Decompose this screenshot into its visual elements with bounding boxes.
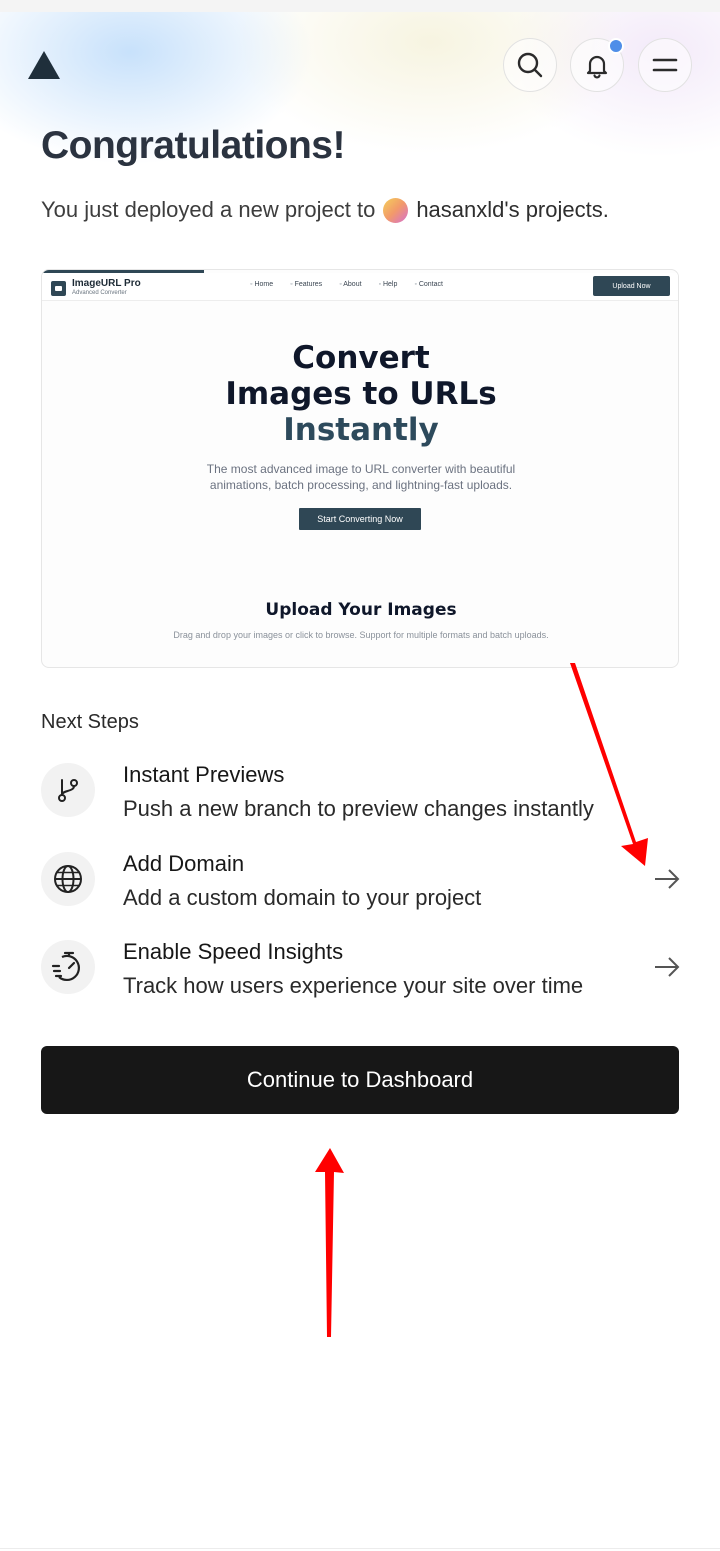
step-add-domain[interactable]: Add Domain Add a custom domain to your p… [41,851,681,911]
subtitle-text: You just deployed a new project to [41,197,376,222]
step-speed-insights[interactable]: Enable Speed Insights Track how users ex… [41,939,681,999]
preview-logo-icon [51,281,66,296]
bell-icon [586,55,608,79]
hamburger-menu-icon [652,58,678,72]
preview-headline-line3: Instantly [283,412,439,448]
preview-nav-about: About [339,281,361,288]
preview-nav-features: Features [290,281,323,288]
step-title: Instant Previews [123,762,285,787]
step-instant-previews[interactable]: Instant Previews Push a new branch to pr… [41,762,681,822]
preview-section-title: Upload Your Images [265,600,457,620]
preview-headline: Convert Images to URLs Instantly [42,340,678,448]
arrow-right-icon[interactable] [653,953,681,981]
arrow-right-icon[interactable] [653,865,681,893]
triangle-logo-icon[interactable] [27,50,61,80]
top-header [0,12,720,118]
step-icon-wrap [41,852,95,906]
preview-upload-button: Upload Now [593,276,670,296]
preview-cta-button: Start Converting Now [299,508,421,530]
step-title: Add Domain [123,851,245,876]
git-branch-icon [58,779,78,802]
step-icon-wrap [41,940,95,994]
step-desc: Push a new branch to preview changes ins… [123,796,594,821]
page-title: Congratulations! [41,124,345,167]
preview-headline-line1: Convert [292,340,430,376]
preview-nav-help: Help [379,281,397,288]
team-avatar [383,197,409,223]
status-strip [0,0,720,12]
preview-brand-sub: Advanced Converter [72,290,127,296]
notification-badge [608,38,624,54]
search-icon [517,52,543,78]
search-button[interactable] [503,38,557,92]
globe-icon [54,865,82,893]
preview-brand: ImageURL Pro [72,278,141,289]
step-title: Enable Speed Insights [123,939,344,964]
preview-section-sub: Drag and drop your images or click to br… [173,630,549,640]
continue-to-dashboard-button[interactable]: Continue to Dashboard [41,1046,679,1114]
deployment-preview[interactable]: ImageURL Pro Advanced Converter Home Fea… [41,269,679,668]
menu-button[interactable] [638,38,692,92]
preview-headline-line2: Images to URLs [225,376,497,412]
deploy-subtitle: You just deployed a new project to hasan… [41,197,609,223]
step-desc: Track how users experience your site ove… [123,973,584,998]
bottom-divider [0,1548,720,1549]
step-icon-wrap [41,763,95,817]
next-steps-heading: Next Steps [41,711,139,733]
preview-nav-links: Home Features About Help Contact [250,281,443,288]
speedometer-icon [51,951,80,982]
preview-nav-contact: Contact [414,281,443,288]
preview-description: The most advanced image to URL converter… [206,462,516,492]
preview-nav-home: Home [250,281,273,288]
preview-navbar: ImageURL Pro Advanced Converter Home Fea… [42,273,678,301]
owner-link[interactable]: hasanxld's projects. [416,197,609,223]
red-arrow-annotation [315,1148,344,1337]
notifications-button[interactable] [570,38,624,92]
step-desc: Add a custom domain to your project [123,885,482,910]
